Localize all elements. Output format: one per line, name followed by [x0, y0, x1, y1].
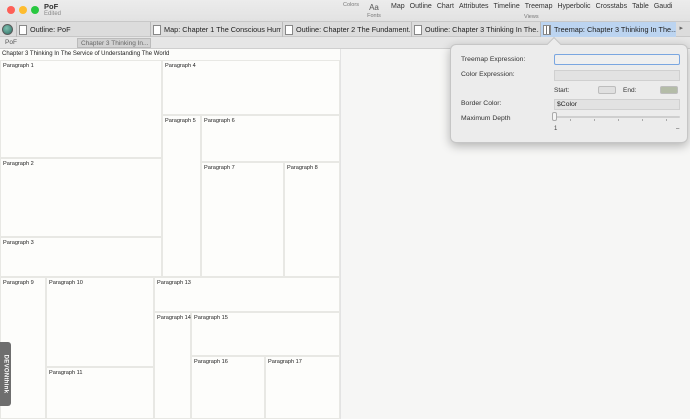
- maximum-depth-label: Maximum Depth: [461, 115, 511, 122]
- treemap: Chapter 3 Thinking In The Service of Und…: [0, 49, 341, 419]
- border-color-label: Border Color:: [461, 100, 502, 107]
- maximum-depth-slider[interactable]: [554, 116, 680, 118]
- tab-outline-chapter-2[interactable]: Outline: Chapter 2 The Fundament...: [282, 22, 410, 37]
- treemap-cell-paragraph-15[interactable]: Paragraph 15: [191, 312, 340, 356]
- maximum-depth-max-label: –: [676, 126, 680, 132]
- breadcrumb-item-chapter-3[interactable]: Chapter 3 Thinking In...: [77, 38, 151, 48]
- view-gaudi[interactable]: Gaudi: [654, 3, 673, 10]
- tab-outline-chapter-3[interactable]: Outline: Chapter 3 Thinking In The...: [411, 22, 539, 37]
- color-expression-label: Color Expression:: [461, 71, 515, 78]
- views-label: Views: [524, 14, 539, 20]
- slider-tick: [594, 119, 595, 121]
- view-switcher: Map Outline Chart Attributes Timeline Tr…: [391, 3, 678, 10]
- treemap-icon: [543, 24, 551, 35]
- treemap-expression-field[interactable]: [554, 54, 680, 65]
- treemap-title: Chapter 3 Thinking In The Service of Und…: [2, 51, 170, 57]
- tab-overflow-icon[interactable]: ▸: [679, 24, 683, 32]
- view-chart[interactable]: Chart: [437, 3, 454, 10]
- treemap-cell-paragraph-13[interactable]: Paragraph 13: [154, 277, 340, 312]
- treemap-cell-paragraph-5[interactable]: Paragraph 5: [162, 115, 201, 277]
- treemap-cell-paragraph-7[interactable]: Paragraph 7: [201, 162, 284, 277]
- tab-map-chapter-1[interactable]: Map: Chapter 1 The Conscious Hum...: [150, 22, 281, 37]
- devonthink-side-tab[interactable]: DEVONthink: [0, 342, 11, 406]
- color-expression-field[interactable]: [554, 70, 680, 81]
- treemap-settings-popover: Treemap Expression: Color Expression: St…: [450, 36, 688, 143]
- treemap-cell-paragraph-3[interactable]: Paragraph 3: [0, 237, 162, 277]
- start-color-label: Start:: [554, 87, 570, 94]
- document-icon: [19, 24, 27, 35]
- end-color-well[interactable]: [660, 86, 678, 94]
- maximum-depth-slider-knob[interactable]: [552, 112, 557, 121]
- slider-tick: [618, 119, 619, 121]
- fonts-icon: Aa: [369, 3, 379, 12]
- tab-outline-pof[interactable]: Outline: PoF: [16, 22, 149, 37]
- slider-tick: [570, 119, 571, 121]
- treemap-cell-paragraph-10[interactable]: Paragraph 10: [46, 277, 154, 367]
- start-color-well[interactable]: [598, 86, 616, 94]
- treemap-cell-paragraph-4[interactable]: Paragraph 4: [162, 60, 340, 115]
- treemap-cell-paragraph-2[interactable]: Paragraph 2: [0, 158, 162, 237]
- colors-button[interactable]: Colors: [341, 2, 361, 8]
- tab-bar: Outline: PoF Map: Chapter 1 The Consciou…: [0, 21, 690, 37]
- treemap-cell-paragraph-16[interactable]: Paragraph 16: [191, 356, 265, 419]
- close-window-button[interactable]: [7, 6, 15, 14]
- document-title: PoF: [44, 2, 59, 11]
- home-icon[interactable]: [2, 24, 13, 35]
- view-treemap[interactable]: Treemap: [525, 3, 553, 10]
- zoom-window-button[interactable]: [31, 6, 39, 14]
- document-icon: [414, 24, 422, 35]
- document-status: Edited: [44, 11, 62, 17]
- view-attributes[interactable]: Attributes: [459, 3, 489, 10]
- treemap-cell-paragraph-14[interactable]: Paragraph 14: [154, 312, 191, 419]
- view-map[interactable]: Map: [391, 3, 405, 10]
- treemap-cell-paragraph-11[interactable]: Paragraph 11: [46, 367, 154, 419]
- treemap-cell-paragraph-8[interactable]: Paragraph 8: [284, 162, 340, 277]
- maximum-depth-min-label: 1: [554, 126, 558, 132]
- document-icon: [153, 24, 161, 35]
- border-color-field[interactable]: $Color: [554, 99, 680, 110]
- view-crosstabs[interactable]: Crosstabs: [596, 3, 628, 10]
- view-timeline[interactable]: Timeline: [494, 3, 520, 10]
- slider-tick: [642, 119, 643, 121]
- tab-treemap-chapter-3[interactable]: Treemap: Chapter 3 Thinking In The...: [540, 22, 676, 37]
- view-hyperbolic[interactable]: Hyperbolic: [557, 3, 590, 10]
- treemap-cell-paragraph-1[interactable]: Paragraph 1: [0, 60, 162, 158]
- fonts-button[interactable]: Aa Fonts: [365, 2, 383, 19]
- breadcrumb-item-pof[interactable]: PoF: [2, 38, 20, 48]
- view-table[interactable]: Table: [632, 3, 649, 10]
- title-bar: PoF Edited Colors Aa Fonts Map Outline C…: [0, 0, 690, 21]
- treemap-expression-label: Treemap Expression:: [461, 56, 526, 63]
- slider-tick: [666, 119, 667, 121]
- treemap-cell-paragraph-17[interactable]: Paragraph 17: [265, 356, 340, 419]
- document-icon: [285, 24, 293, 35]
- view-outline[interactable]: Outline: [410, 3, 432, 10]
- minimize-window-button[interactable]: [19, 6, 27, 14]
- end-color-label: End:: [623, 87, 637, 94]
- treemap-cell-paragraph-6[interactable]: Paragraph 6: [201, 115, 340, 162]
